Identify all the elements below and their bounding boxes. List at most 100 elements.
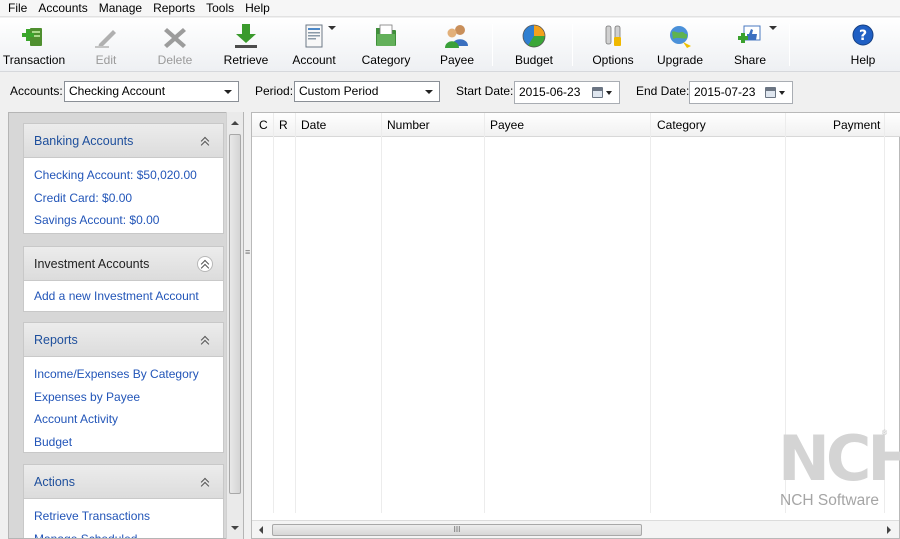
options-label: Options bbox=[592, 53, 634, 67]
horizontal-scroll-thumb[interactable]: III bbox=[272, 524, 642, 536]
accounts-select-value: Checking Account bbox=[69, 84, 166, 98]
accounts-select[interactable]: Checking Account bbox=[64, 81, 239, 102]
toolbar-separator bbox=[572, 24, 573, 66]
collapse-chevron-icon[interactable] bbox=[197, 474, 213, 491]
help-label: Help bbox=[850, 53, 876, 67]
calendar-icon[interactable] bbox=[765, 86, 787, 100]
column-header-date[interactable]: Date bbox=[301, 118, 326, 132]
share-button[interactable]: Share bbox=[729, 20, 777, 70]
budget-button[interactable]: Budget bbox=[510, 20, 558, 70]
edit-button[interactable]: Edit bbox=[86, 20, 126, 70]
panel-title: Investment Accounts bbox=[34, 257, 150, 271]
download-arrow-icon bbox=[235, 24, 257, 48]
banking-accounts-header[interactable]: Banking Accounts bbox=[24, 124, 223, 158]
options-button[interactable]: Options bbox=[588, 20, 638, 70]
chevron-down-icon bbox=[224, 90, 232, 94]
collapse-chevron-icon[interactable] bbox=[197, 332, 213, 349]
grid-line bbox=[295, 113, 296, 513]
splitter-grip-icon[interactable]: ≡ bbox=[245, 248, 250, 257]
upgrade-label: Upgrade bbox=[656, 53, 704, 67]
investment-accounts-header[interactable]: Investment Accounts bbox=[24, 247, 223, 281]
sidebar-link-budget[interactable]: Budget bbox=[34, 431, 213, 454]
delete-button[interactable]: Delete bbox=[154, 20, 196, 70]
column-header-c[interactable]: C bbox=[259, 118, 268, 132]
toolbar-separator bbox=[789, 24, 790, 66]
menu-reports[interactable]: Reports bbox=[149, 0, 199, 16]
column-header-payment[interactable]: Payment bbox=[833, 118, 880, 132]
delete-label: Delete bbox=[157, 53, 193, 67]
sidebar-link-manage-scheduled[interactable]: Manage Scheduled bbox=[34, 528, 213, 539]
end-date-label: End Date: bbox=[636, 84, 690, 98]
sidebar-link-income-expenses-by-category[interactable]: Income/Expenses By Category bbox=[34, 363, 213, 386]
start-date-label: Start Date: bbox=[456, 84, 514, 98]
sidebar-link-expenses-by-payee[interactable]: Expenses by Payee bbox=[34, 386, 213, 409]
help-button[interactable]: ? Help bbox=[846, 20, 880, 70]
retrieve-button[interactable]: Retrieve bbox=[222, 20, 270, 70]
scroll-up-arrow-icon[interactable] bbox=[231, 121, 239, 125]
sidebar-link-credit-card[interactable]: Credit Card: $0.00 bbox=[34, 187, 213, 210]
registered-mark: ® bbox=[882, 430, 888, 437]
sidebar-scroll-thumb[interactable] bbox=[229, 134, 241, 494]
options-wrench-icon bbox=[605, 25, 621, 46]
actions-header[interactable]: Actions bbox=[24, 465, 223, 499]
grid-line bbox=[484, 113, 485, 513]
end-date-value: 2015-07-23 bbox=[694, 85, 756, 99]
nch-logo-letters: NCH bbox=[778, 422, 900, 495]
column-header-r[interactable]: R bbox=[279, 118, 288, 132]
end-date-field[interactable]: 2015-07-23 bbox=[689, 81, 793, 104]
category-folder-icon bbox=[376, 24, 396, 46]
payee-label: Payee bbox=[439, 53, 475, 67]
menu-tools[interactable]: Tools bbox=[202, 0, 238, 16]
collapse-chevron-icon[interactable] bbox=[197, 256, 213, 273]
sidebar-link-account-activity[interactable]: Account Activity bbox=[34, 408, 213, 431]
help-question-icon: ? bbox=[852, 24, 874, 46]
grid-line bbox=[650, 113, 651, 513]
retrieve-label: Retrieve bbox=[223, 53, 269, 67]
panel-title: Banking Accounts bbox=[34, 134, 134, 148]
category-button[interactable]: Category bbox=[358, 20, 414, 70]
payee-people-icon bbox=[445, 25, 468, 48]
grid-line bbox=[273, 113, 274, 513]
actions-panel: Actions Retrieve Transactions Manage Sch… bbox=[23, 464, 224, 539]
menu-help[interactable]: Help bbox=[241, 0, 274, 16]
nch-software-logo: NCH ® NCH Software bbox=[778, 428, 900, 510]
sidebar-link-add-investment-account[interactable]: Add a new Investment Account bbox=[34, 285, 213, 308]
upgrade-globe-icon bbox=[670, 26, 691, 48]
nch-software-text: NCH Software bbox=[780, 492, 880, 509]
column-header-number[interactable]: Number bbox=[387, 118, 430, 132]
transaction-label: Transaction bbox=[2, 53, 66, 67]
period-select[interactable]: Custom Period bbox=[294, 81, 440, 102]
menu-file[interactable]: File bbox=[4, 0, 31, 16]
budget-pie-chart-icon bbox=[522, 24, 546, 48]
grid-horizontal-scrollbar[interactable]: III bbox=[252, 520, 899, 538]
scroll-down-arrow-icon[interactable] bbox=[231, 526, 239, 530]
new-transaction-button[interactable]: Transaction bbox=[2, 20, 66, 70]
sidebar-link-savings-account[interactable]: Savings Account: $0.00 bbox=[34, 209, 213, 232]
menu-accounts[interactable]: Accounts bbox=[34, 0, 91, 16]
payee-button[interactable]: Payee bbox=[435, 20, 479, 70]
menu-manage[interactable]: Manage bbox=[95, 0, 146, 16]
budget-label: Budget bbox=[514, 53, 554, 67]
column-header-payee[interactable]: Payee bbox=[490, 118, 524, 132]
scroll-right-arrow-icon[interactable] bbox=[887, 526, 891, 534]
start-date-field[interactable]: 2015-06-23 bbox=[514, 81, 620, 104]
scroll-left-arrow-icon[interactable] bbox=[259, 526, 263, 534]
sidebar-link-checking-account[interactable]: Checking Account: $50,020.00 bbox=[34, 164, 213, 187]
panel-title: Actions bbox=[34, 475, 75, 489]
account-document-icon bbox=[305, 24, 323, 48]
toolbar-separator bbox=[492, 24, 493, 66]
start-date-value: 2015-06-23 bbox=[519, 85, 581, 99]
account-label: Account bbox=[292, 53, 336, 67]
upgrade-button[interactable]: Upgrade bbox=[654, 20, 706, 70]
sidebar-link-retrieve-transactions[interactable]: Retrieve Transactions bbox=[34, 505, 213, 528]
account-button[interactable]: Account bbox=[289, 20, 339, 70]
sidebar-scrollbar[interactable] bbox=[226, 112, 243, 539]
banking-accounts-panel: Banking Accounts Checking Account: $50,0… bbox=[23, 123, 224, 234]
collapse-chevron-icon[interactable] bbox=[197, 133, 213, 150]
pencil-icon bbox=[95, 30, 116, 48]
reports-header[interactable]: Reports bbox=[24, 323, 223, 357]
column-header-category[interactable]: Category bbox=[657, 118, 706, 132]
reports-panel: Reports Income/Expenses By Category Expe… bbox=[23, 322, 224, 453]
calendar-icon[interactable] bbox=[592, 86, 614, 100]
svg-text:?: ? bbox=[859, 28, 867, 44]
